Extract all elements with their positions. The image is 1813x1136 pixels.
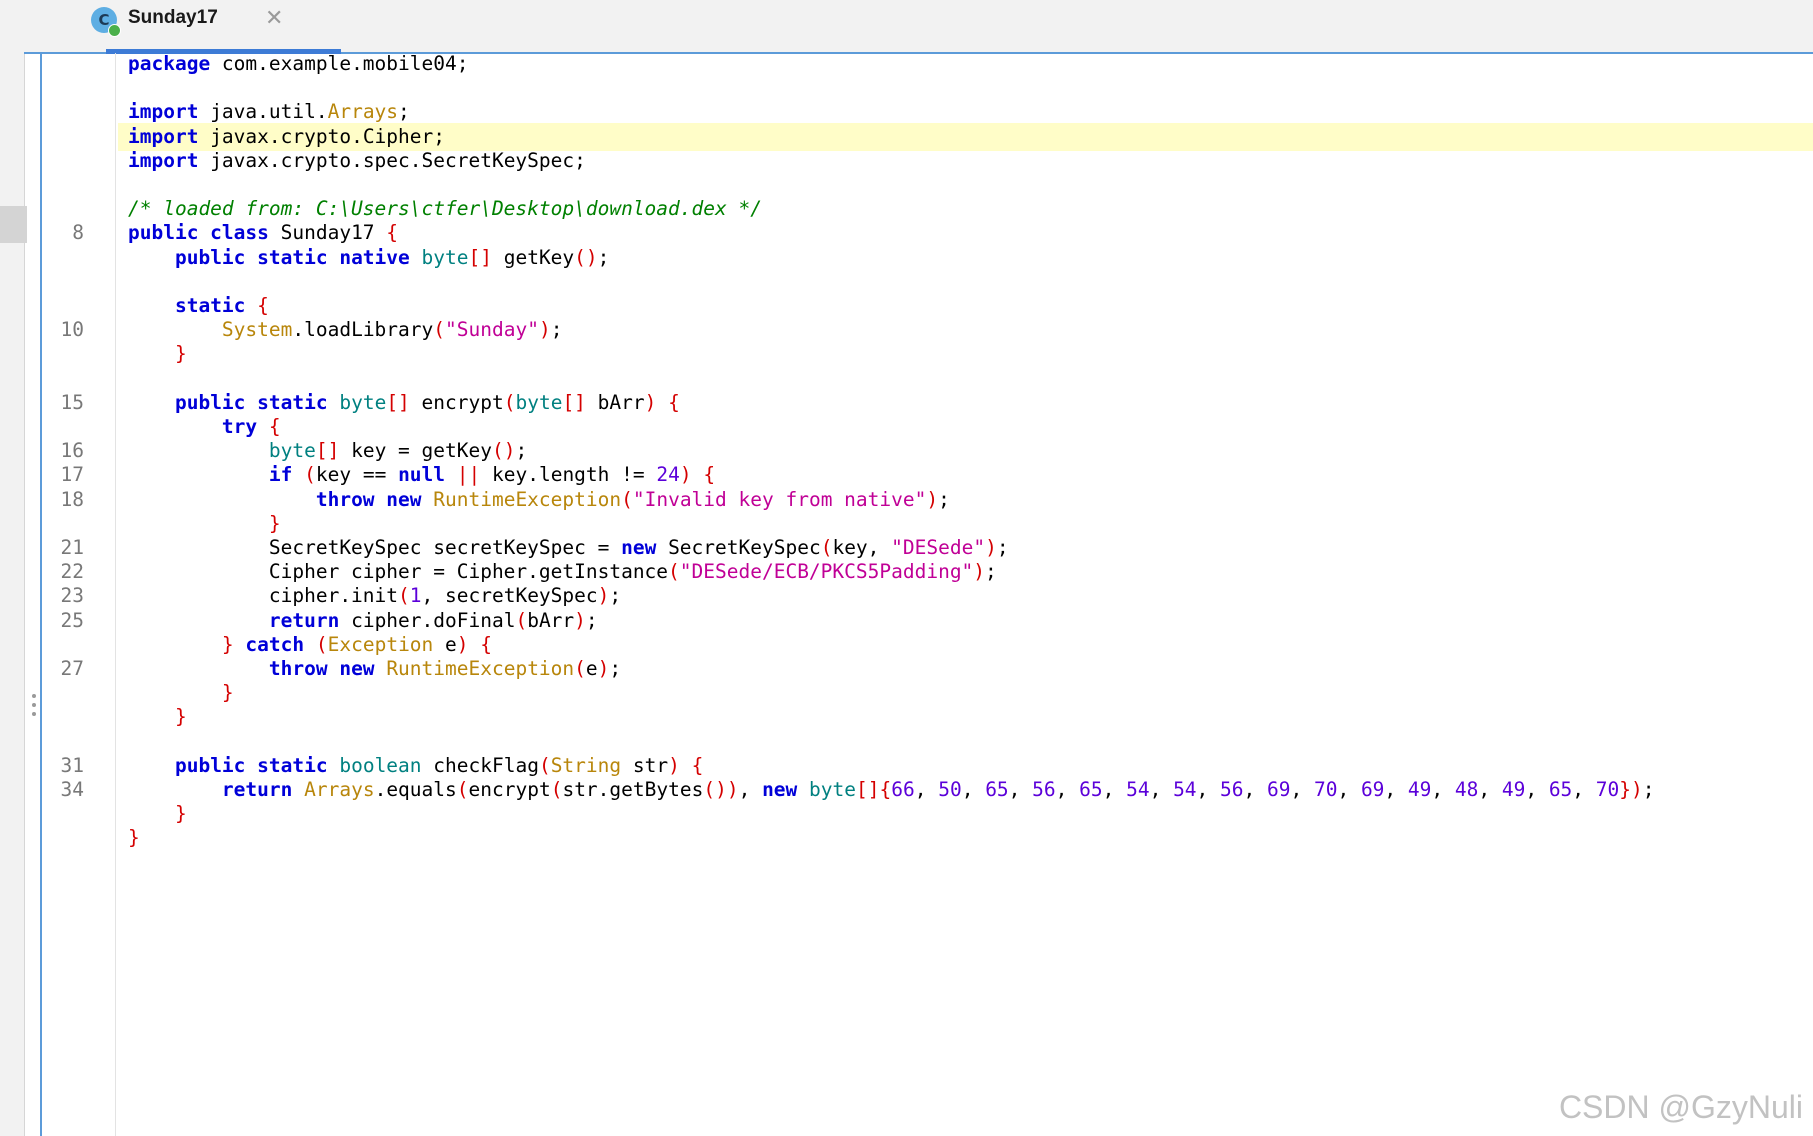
editor-tab-bar: C Sunday17 ✕ <box>24 0 1813 54</box>
line-number: 8 <box>72 221 84 245</box>
line-number: 27 <box>60 657 84 680</box>
code-text: } <box>128 826 140 850</box>
close-icon[interactable]: ✕ <box>265 6 283 31</box>
code-editor[interactable]: package com.example.mobile04; import java… <box>40 52 1813 1136</box>
code-text: System.loadLibrary("Sunday"); <box>221 318 563 342</box>
tab-sunday17[interactable]: C Sunday17 ✕ <box>65 0 341 54</box>
code-text: package com.example.mobile04; <box>128 52 469 75</box>
class-status-icon <box>108 24 121 37</box>
code-text: } <box>174 342 187 366</box>
left-strip-marker <box>0 206 27 243</box>
drag-handle[interactable] <box>31 694 37 724</box>
line-number: 15 <box>60 390 84 414</box>
watermark: CSDN @GzyNuli <box>1558 1089 1803 1125</box>
line-number: 18 <box>60 487 84 511</box>
line-number: 10 <box>60 318 84 342</box>
code-text: public static native byte[] getKey(); <box>174 245 610 269</box>
line-number: 34 <box>60 778 84 801</box>
code-text: import javax.crypto.spec.SecretKeySpec; <box>128 148 586 172</box>
left-tool-strip <box>0 0 25 1136</box>
code-text: return Arrays.equals(encrypt(str.getByte… <box>221 778 1655 801</box>
code-text: } <box>174 705 187 729</box>
line-number: 25 <box>60 608 84 632</box>
tab-title: Sunday17 <box>128 7 218 28</box>
